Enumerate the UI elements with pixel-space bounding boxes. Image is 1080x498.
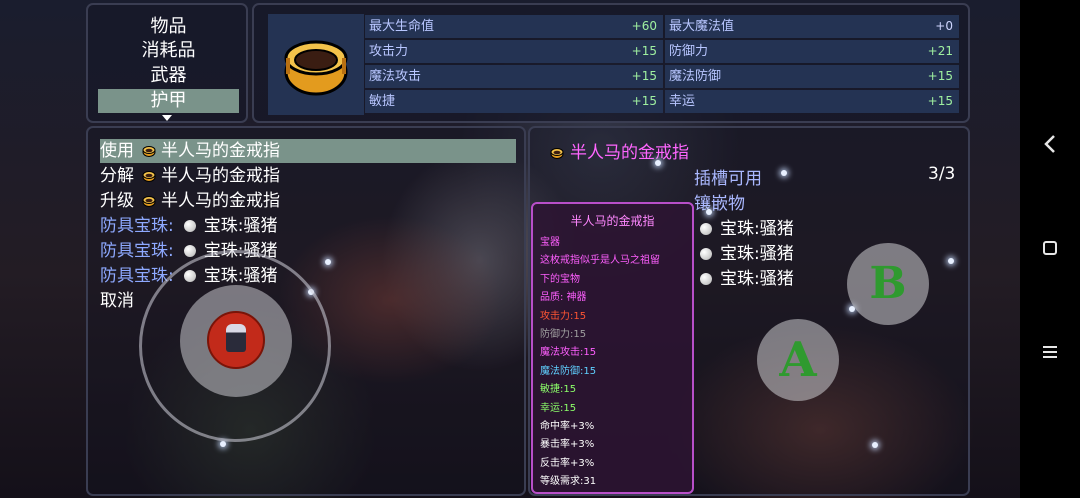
stat-label: 幸运 bbox=[669, 94, 696, 109]
gem-name: 宝珠:骚猪 bbox=[720, 244, 794, 264]
use-item-option[interactable]: 使用 半人马的金戒指 bbox=[100, 139, 516, 163]
stat-value: +15 bbox=[927, 94, 953, 108]
tooltip-line: 下的宝物 bbox=[540, 273, 580, 285]
ring-icon bbox=[142, 190, 156, 207]
stat-value: +15 bbox=[927, 69, 953, 83]
stat-label: 魔法攻击 bbox=[369, 69, 422, 84]
ring-icon bbox=[142, 165, 156, 182]
gem-slot-label: 防具宝珠: bbox=[100, 241, 174, 261]
tooltip-line: 敏捷:15 bbox=[540, 384, 577, 396]
gem-name: 宝珠:骚猪 bbox=[720, 269, 794, 289]
stat-luck: 幸运 +15 bbox=[665, 90, 959, 113]
gem-orb-icon bbox=[700, 273, 712, 285]
category-armor[interactable]: 护甲 bbox=[98, 89, 239, 113]
stat-magic-attack: 魔法攻击 +15 bbox=[365, 65, 663, 88]
action-item-name: 半人马的金戒指 bbox=[161, 141, 280, 161]
action-verb: 使用 bbox=[100, 141, 134, 161]
tooltip-line: 防御力:15 bbox=[540, 329, 587, 340]
menu-icon[interactable] bbox=[1020, 344, 1080, 363]
gem-name: 宝珠:骚猪 bbox=[720, 219, 794, 239]
stat-label: 魔法防御 bbox=[669, 69, 722, 84]
stat-attack: 攻击力 +15 bbox=[365, 40, 663, 63]
tooltip-line: 等级需求:31 bbox=[540, 476, 597, 488]
action-verb: 升级 bbox=[100, 191, 134, 211]
sparkle bbox=[706, 209, 712, 215]
tooltip-line: 幸运:15 bbox=[540, 402, 577, 414]
stat-defense: 防御力 +21 bbox=[665, 40, 959, 63]
decompose-item-option[interactable]: 分解 半人马的金戒指 bbox=[100, 164, 280, 188]
sparkle bbox=[872, 442, 878, 448]
stat-value: +0 bbox=[935, 19, 953, 33]
tooltip-line: 购买价格: 100 bbox=[540, 492, 606, 493]
action-item-name: 半人马的金戒指 bbox=[161, 166, 280, 186]
tooltip-line: 暴击率+3% bbox=[540, 439, 595, 451]
tooltip-line: 攻击力:15 bbox=[540, 310, 587, 322]
tooltip-line: 品质: 神器 bbox=[540, 292, 587, 304]
sparkle bbox=[220, 441, 226, 447]
category-weapons[interactable]: 武器 bbox=[98, 64, 239, 88]
stat-label: 攻击力 bbox=[369, 44, 409, 59]
action-verb: 分解 bbox=[100, 166, 134, 186]
item-icon-frame bbox=[268, 14, 364, 115]
gem-orb-icon bbox=[183, 245, 196, 257]
tooltip-line: 这枚戒指似乎是人马之祖留 bbox=[540, 255, 660, 267]
upgrade-item-option[interactable]: 升级 半人马的金戒指 bbox=[100, 189, 280, 213]
gem-slot-label: 防具宝珠: bbox=[100, 216, 174, 236]
back-chevron-icon[interactable] bbox=[1020, 134, 1080, 158]
stat-value: +15 bbox=[631, 94, 657, 108]
category-menu: 物品 消耗品 武器 护甲 bbox=[86, 3, 248, 123]
stat-agility: 敏捷 +15 bbox=[365, 90, 663, 113]
system-nav-bar bbox=[1020, 0, 1080, 498]
tooltip-title: 半人马的金戒指 bbox=[570, 214, 655, 228]
gem-orb-icon bbox=[183, 220, 196, 232]
b-button[interactable]: B bbox=[847, 243, 929, 325]
stat-value: +15 bbox=[631, 69, 657, 83]
ring-icon bbox=[142, 140, 156, 157]
stat-value: +60 bbox=[631, 19, 657, 33]
slots-available-value: 3/3 bbox=[928, 164, 956, 184]
inlaid-gem-3: 宝珠:骚猪 bbox=[700, 264, 794, 289]
item-tooltip: 半人马的金戒指 宝器这枚戒指似乎是人马之祖留 下的宝物品质: 神器 攻击力:15 防御… bbox=[531, 202, 694, 494]
inlaid-gem-2: 宝珠:骚猪 bbox=[700, 239, 794, 264]
a-button[interactable]: A bbox=[757, 319, 839, 401]
stat-magic-defense: 魔法防御 +15 bbox=[665, 65, 959, 88]
sparkle bbox=[781, 170, 787, 176]
inlay-label: 镶嵌物 bbox=[694, 194, 745, 214]
slots-available-label: 插槽可用 bbox=[694, 169, 762, 189]
tooltip-line: 反击率+3% bbox=[540, 457, 595, 469]
cancel-option[interactable]: 取消 bbox=[100, 289, 134, 313]
action-item-name: 半人马的金戒指 bbox=[161, 191, 280, 211]
sparkle bbox=[325, 259, 331, 265]
item-title-text: 半人马的金戒指 bbox=[570, 143, 689, 163]
stat-label: 防御力 bbox=[669, 44, 709, 59]
tooltip-line: 命中率+3% bbox=[540, 421, 595, 432]
item-title: 半人马的金戒指 bbox=[550, 138, 689, 163]
ring-icon bbox=[550, 144, 564, 159]
category-consumables[interactable]: 消耗品 bbox=[98, 39, 239, 63]
tooltip-line: 魔法攻击:15 bbox=[540, 347, 597, 359]
stat-label: 敏捷 bbox=[369, 94, 396, 109]
armor-gem-slot-1[interactable]: 防具宝珠: 宝珠:骚猪 bbox=[100, 214, 277, 238]
tooltip-line: 魔法防御:15 bbox=[540, 365, 597, 377]
sparkle bbox=[655, 160, 661, 166]
inlaid-gem-1: 宝珠:骚猪 bbox=[700, 214, 794, 239]
stat-max-mp: 最大魔法值 +0 bbox=[665, 15, 959, 38]
down-arrow-icon bbox=[162, 115, 172, 121]
stat-value: +21 bbox=[927, 44, 953, 58]
gem-orb-icon bbox=[700, 248, 712, 260]
player-character-icon bbox=[226, 324, 246, 352]
gold-ring-icon bbox=[284, 40, 348, 96]
gem-name: 宝珠:骚猪 bbox=[203, 216, 278, 236]
sparkle bbox=[948, 258, 954, 264]
tooltip-line: 宝器 bbox=[540, 237, 560, 248]
stat-label: 最大生命值 bbox=[369, 19, 435, 34]
stat-label: 最大魔法值 bbox=[669, 19, 735, 34]
stat-max-hp: 最大生命值 +60 bbox=[365, 15, 663, 38]
category-items[interactable]: 物品 bbox=[98, 15, 239, 39]
gem-orb-icon bbox=[700, 223, 712, 235]
home-square-icon[interactable] bbox=[1020, 240, 1080, 260]
stat-value: +15 bbox=[631, 44, 657, 58]
item-stats-panel: 最大生命值 +60 最大魔法值 +0 攻击力 +15 防御力 +21 魔法攻击 … bbox=[252, 3, 970, 123]
